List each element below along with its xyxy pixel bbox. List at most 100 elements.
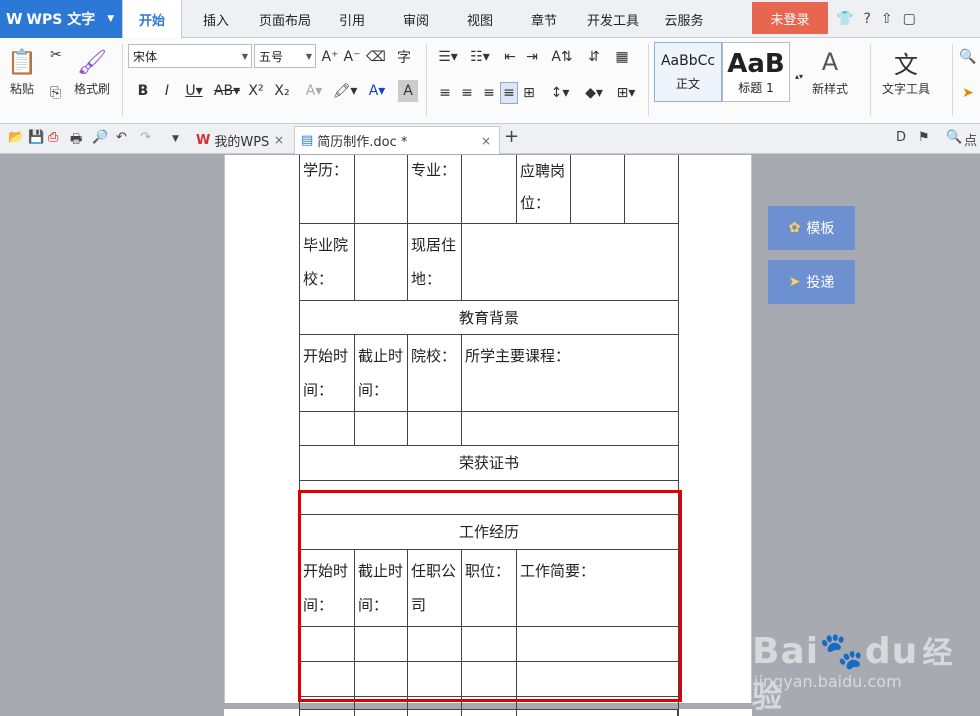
style-normal[interactable]: AaBbCc 正文 [654,42,722,102]
submit-button[interactable]: ➤ 投递 [768,260,855,304]
bold-icon[interactable]: B [134,80,152,102]
new-tab-icon[interactable]: + [504,126,519,147]
cut-icon[interactable]: ✂ [50,44,62,66]
cell-empty[interactable] [299,411,355,446]
open-icon[interactable]: 📂 [8,130,24,145]
close-icon[interactable]: × [274,133,284,147]
cell-empty[interactable] [354,155,408,224]
cell-empty[interactable] [461,223,679,301]
template-button[interactable]: ✿ 模板 [768,206,855,250]
text-tools-button[interactable]: 文 文字工具 [882,44,930,97]
copy-icon[interactable]: ⎘ [50,82,61,104]
cell-empty[interactable] [516,626,679,662]
align-left-icon[interactable]: ≡ [436,82,454,104]
education-header[interactable]: 教育背景 [299,300,679,335]
certificates-header[interactable]: 荣获证书 [299,445,679,481]
redo-icon[interactable]: ↷ [140,130,151,145]
table-icon[interactable]: ▦ [612,46,632,68]
distribute-icon[interactable]: ⊞ [520,82,538,104]
phonetic-icon[interactable]: 字 [392,46,416,68]
flag-icon[interactable]: ⚑ [918,130,930,145]
find-icon[interactable]: 🔍 [958,46,978,68]
justify-icon[interactable]: ≡ [500,82,518,104]
decrease-indent-icon[interactable]: ⇤ [500,46,520,68]
cell-end-time-label[interactable]: 截止时间： [354,334,408,412]
format-painter-button[interactable]: 🖌 格式刷 [74,44,110,97]
cell-start-time-label[interactable]: 开始时间： [299,334,355,412]
chevron-down-icon[interactable]: ▼ [172,134,179,144]
search-icon[interactable]: 🔍 [946,130,962,145]
styles-scroll-icon[interactable]: ▴▾ [792,46,806,106]
text-direction-icon[interactable]: A⇅ [548,46,576,68]
cell-empty[interactable] [407,661,462,697]
cell-company-label[interactable]: 任职公司 [407,549,462,627]
cell-empty[interactable] [407,411,462,446]
italic-icon[interactable]: I [158,80,176,102]
tab-resume-doc[interactable]: ▤ 简历制作.doc * × [294,126,500,154]
tab-cloud[interactable]: 云服务 [656,0,712,38]
new-style-button[interactable]: A 新样式 [812,44,848,97]
tab-section[interactable]: 章节 [518,0,570,38]
cell-address-label[interactable]: 现居住地： [407,223,462,301]
shrink-font-icon[interactable]: A⁻ [342,46,362,68]
cell-empty[interactable] [570,155,625,224]
cell-empty[interactable] [461,411,679,446]
tab-references[interactable]: 引用 [326,0,378,38]
text-effect-icon[interactable]: A▾ [302,80,326,102]
cell-institution-label[interactable]: 院校： [407,334,462,412]
preview-icon[interactable]: 🔎 [92,130,108,145]
minimize-ribbon-icon[interactable]: ⇧ [881,11,893,27]
cell-school-label[interactable]: 毕业院校： [299,223,355,301]
cell-empty[interactable] [354,411,408,446]
cell-work-start-label[interactable]: 开始时间： [299,549,355,627]
close-icon[interactable]: × [481,134,491,148]
cell-empty[interactable] [299,661,355,697]
tab-page-layout[interactable]: 页面布局 [250,0,320,38]
superscript-icon[interactable]: X² [246,80,266,102]
play-icon[interactable]: D [896,130,906,145]
cell-empty[interactable] [354,661,408,697]
line-spacing-icon[interactable]: ↕▾ [546,82,574,104]
font-name-select[interactable]: 宋体 ▼ [128,44,252,68]
cell-empty[interactable] [354,626,408,662]
cell-courses-label[interactable]: 所学主要课程： [461,334,679,412]
cell-empty[interactable] [461,155,517,224]
clear-format-icon[interactable]: ⌫ [366,46,386,68]
more-icon[interactable]: ▢ [903,11,916,27]
strikethrough-icon[interactable]: AB▾ [212,80,242,102]
cell-empty[interactable] [407,626,462,662]
tab-view[interactable]: 视图 [454,0,506,38]
bullet-list-icon[interactable]: ☰▾ [434,46,462,68]
cell-empty[interactable] [461,626,517,662]
align-center-icon[interactable]: ≡ [458,82,476,104]
tab-insert[interactable]: 插入 [188,0,244,38]
save-icon[interactable]: 💾 [28,130,44,145]
tab-start[interactable]: 开始 [122,0,182,39]
cell-empty[interactable] [461,661,517,697]
cell-empty[interactable] [299,626,355,662]
skin-icon[interactable]: 👕 [836,11,853,27]
select-icon[interactable]: ➤ [958,82,978,104]
paste-button[interactable]: 📋 粘贴 [6,44,38,97]
app-menu-button[interactable]: W WPS 文字 ▼ [0,0,122,38]
font-size-select[interactable]: 五号 ▼ [254,44,316,68]
cell-empty[interactable] [299,480,679,515]
cell-major-label[interactable]: 专业： [407,155,462,224]
cell-work-end-label[interactable]: 截止时间： [354,549,408,627]
undo-icon[interactable]: ↶ [116,130,127,145]
highlight-icon[interactable]: 🖍▾ [332,80,358,102]
font-color-icon[interactable]: A▾ [364,80,390,102]
cell-empty[interactable] [624,155,679,224]
shading-icon[interactable]: ◆▾ [580,82,608,104]
tab-developer[interactable]: 开发工具 [580,0,646,38]
sort-icon[interactable]: ⇵ [584,46,604,68]
border-icon[interactable]: ⊞▾ [612,82,640,104]
cell-position-label[interactable]: 应聘岗位： [516,155,571,224]
style-heading-1[interactable]: AaB 标题 1 [722,42,790,102]
grow-font-icon[interactable]: A⁺ [320,46,340,68]
subscript-icon[interactable]: X₂ [272,80,292,102]
cell-job-summary-label[interactable]: 工作简要： [516,549,679,627]
work-header[interactable]: 工作经历 [299,514,679,550]
pdf-icon[interactable]: ⎙ [48,130,58,145]
increase-indent-icon[interactable]: ⇥ [522,46,542,68]
